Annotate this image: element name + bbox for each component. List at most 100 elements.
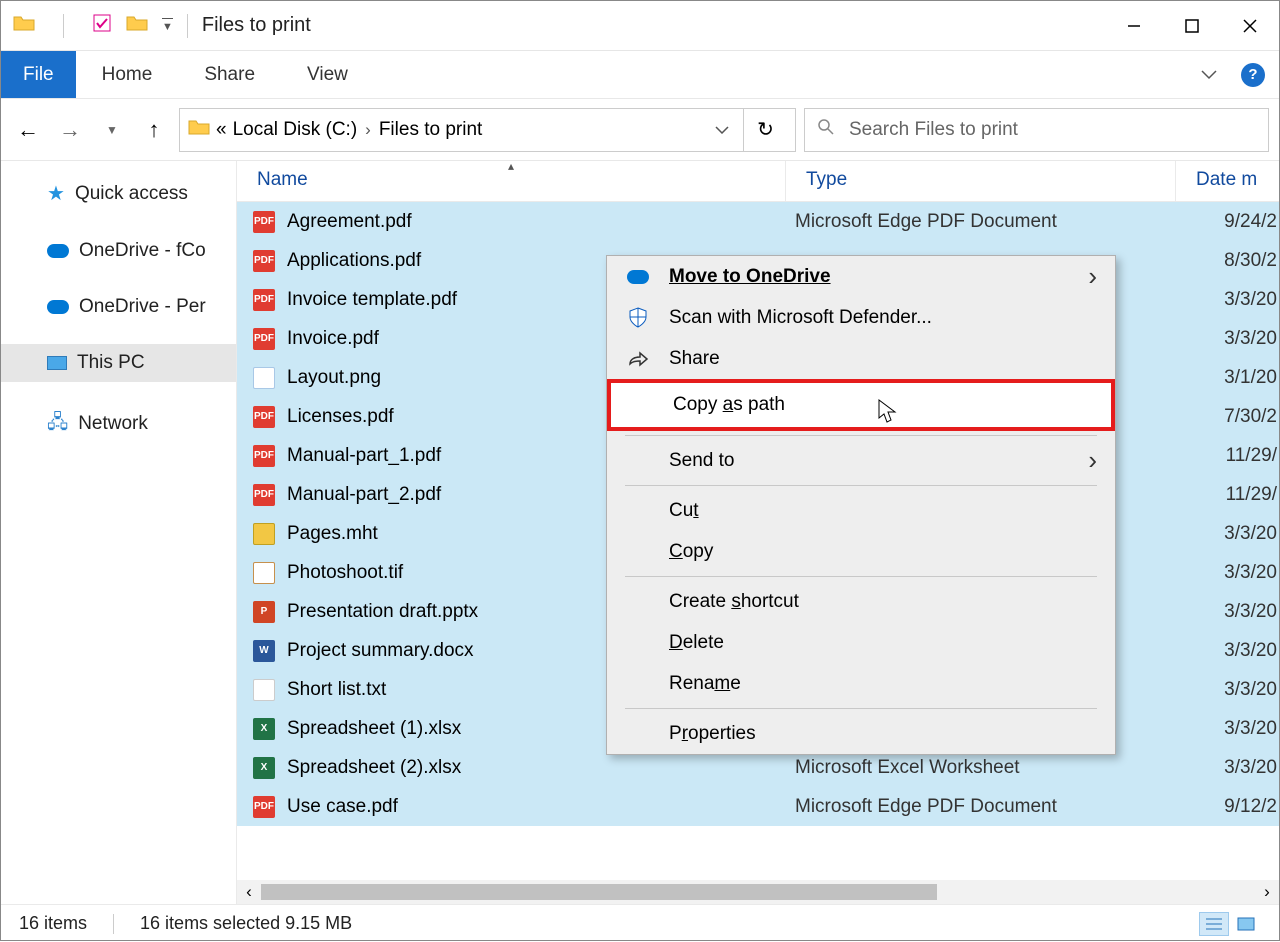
- file-date: 3/3/20: [1175, 289, 1279, 311]
- file-row[interactable]: PDFUse case.pdfMicrosoft Edge PDF Docume…: [237, 787, 1279, 826]
- mht-file-icon: [253, 523, 275, 545]
- back-button[interactable]: ←: [11, 113, 45, 147]
- sidebar-item-quick-access[interactable]: ★Quick access: [1, 173, 236, 214]
- maximize-button[interactable]: [1163, 6, 1221, 46]
- file-type: Microsoft Edge PDF Document: [785, 796, 1175, 818]
- file-date: 11/29/: [1175, 445, 1279, 467]
- sort-asc-icon: ▴: [508, 161, 514, 173]
- file-date: 3/3/20: [1175, 562, 1279, 584]
- title-bar: ▼ Files to print: [1, 1, 1279, 51]
- sidebar-item-this-pc[interactable]: This PC: [1, 344, 236, 382]
- column-name[interactable]: Name▴: [237, 161, 785, 201]
- title-divider: [187, 14, 188, 38]
- new-folder-qat-icon[interactable]: [126, 14, 148, 37]
- sidebar-item-label: This PC: [77, 352, 145, 374]
- qat-dropdown-icon[interactable]: ▼: [162, 18, 173, 33]
- tab-share[interactable]: Share: [178, 51, 281, 98]
- ctx-share[interactable]: Share: [607, 338, 1115, 379]
- file-date: 3/3/20: [1175, 601, 1279, 623]
- file-date: 9/12/2: [1175, 796, 1279, 818]
- expand-ribbon-icon[interactable]: [1191, 57, 1227, 93]
- search-placeholder: Search Files to print: [849, 119, 1018, 141]
- ctx-label: Copy as path: [673, 394, 785, 416]
- address-dropdown-icon[interactable]: [707, 126, 737, 134]
- sidebar-item-label: OneDrive - Per: [79, 296, 206, 318]
- folder-icon: [13, 14, 35, 37]
- ctx-separator: [625, 576, 1097, 577]
- ctx-delete[interactable]: Delete: [607, 622, 1115, 663]
- ctx-separator: [625, 435, 1097, 436]
- sidebar-item-label: Network: [78, 413, 148, 435]
- details-view-icon[interactable]: [1199, 912, 1229, 936]
- file-type: Microsoft Edge PDF Document: [785, 211, 1175, 233]
- ctx-label: Rename: [669, 673, 741, 695]
- up-button[interactable]: ↑: [137, 113, 171, 147]
- ribbon-tabs: File Home Share View ?: [1, 51, 1279, 99]
- scroll-left-icon[interactable]: ‹: [237, 880, 261, 904]
- properties-qat-icon[interactable]: [92, 13, 112, 38]
- pdf-file-icon: PDF: [253, 328, 275, 350]
- ctx-copy-as-path[interactable]: Copy as path: [607, 379, 1115, 431]
- pdf-file-icon: PDF: [253, 484, 275, 506]
- close-button[interactable]: [1221, 6, 1279, 46]
- onedrive-icon: [47, 244, 69, 258]
- onedrive-icon: [47, 300, 69, 314]
- context-menu: Move to OneDrive › Scan with Microsoft D…: [606, 255, 1116, 755]
- thumbnails-view-icon[interactable]: [1231, 912, 1261, 936]
- breadcrumb-separator-icon[interactable]: ›: [365, 120, 371, 140]
- ctx-cut[interactable]: Cut: [607, 490, 1115, 531]
- refresh-button[interactable]: ↻: [743, 108, 787, 152]
- breadcrumb-segment[interactable]: Local Disk (C:): [233, 119, 358, 141]
- file-name: Manual-part_2.pdf: [287, 484, 441, 506]
- sidebar-item-onedrive[interactable]: OneDrive - Per: [1, 288, 236, 326]
- sidebar-item-label: Quick access: [75, 183, 188, 205]
- window-title: Files to print: [202, 14, 311, 37]
- ctx-create-shortcut[interactable]: Create shortcut: [607, 581, 1115, 622]
- sidebar: ★Quick access OneDrive - fCo OneDrive - …: [1, 161, 237, 904]
- ctx-scan-defender[interactable]: Scan with Microsoft Defender...: [607, 297, 1115, 338]
- ctx-rename[interactable]: Rename: [607, 663, 1115, 704]
- column-headers: Name▴ Type Date m: [237, 161, 1279, 202]
- pdf-file-icon: PDF: [253, 406, 275, 428]
- horizontal-scrollbar[interactable]: ‹ ›: [237, 880, 1279, 904]
- pdf-file-icon: PDF: [253, 796, 275, 818]
- help-button[interactable]: ?: [1235, 57, 1271, 93]
- file-date: 3/1/20: [1175, 367, 1279, 389]
- file-name: Project summary.docx: [287, 640, 474, 662]
- column-type[interactable]: Type: [785, 161, 1175, 201]
- ctx-label: Cut: [669, 500, 699, 522]
- file-name: Agreement.pdf: [287, 211, 412, 233]
- ctx-send-to[interactable]: Send to ›: [607, 440, 1115, 481]
- sidebar-item-network[interactable]: 🖧 Network: [1, 400, 236, 448]
- recent-locations-icon[interactable]: ▼: [95, 113, 129, 147]
- ctx-copy[interactable]: Copy: [607, 531, 1115, 572]
- status-selection: 16 items selected 9.15 MB: [140, 913, 352, 934]
- tab-view[interactable]: View: [281, 51, 374, 98]
- file-date: 3/3/20: [1175, 523, 1279, 545]
- file-date: 9/24/2: [1175, 211, 1279, 233]
- sidebar-item-onedrive[interactable]: OneDrive - fCo: [1, 232, 236, 270]
- tab-home[interactable]: Home: [76, 51, 179, 98]
- network-icon: 🖧: [47, 408, 68, 440]
- minimize-button[interactable]: [1105, 6, 1163, 46]
- breadcrumb-segment[interactable]: Files to print: [379, 119, 482, 141]
- file-date: 3/3/20: [1175, 328, 1279, 350]
- file-row[interactable]: PDFAgreement.pdfMicrosoft Edge PDF Docum…: [237, 202, 1279, 241]
- scroll-right-icon[interactable]: ›: [1255, 880, 1279, 904]
- pptx-file-icon: P: [253, 601, 275, 623]
- txt-file-icon: [253, 679, 275, 701]
- file-tab[interactable]: File: [1, 51, 76, 98]
- scroll-thumb[interactable]: [261, 884, 937, 900]
- file-name: Invoice.pdf: [287, 328, 379, 350]
- forward-button: →: [53, 113, 87, 147]
- search-input[interactable]: Search Files to print: [804, 108, 1269, 152]
- file-type: Microsoft Excel Worksheet: [785, 757, 1175, 779]
- address-bar[interactable]: « Local Disk (C:) › Files to print ↻: [179, 108, 796, 152]
- file-name: Manual-part_1.pdf: [287, 445, 441, 467]
- scroll-track[interactable]: [261, 884, 1255, 900]
- ctx-move-to-onedrive[interactable]: Move to OneDrive ›: [607, 256, 1115, 297]
- xlsx-file-icon: X: [253, 718, 275, 740]
- file-name: Spreadsheet (1).xlsx: [287, 718, 461, 740]
- ctx-properties[interactable]: Properties: [607, 713, 1115, 754]
- column-date[interactable]: Date m: [1175, 161, 1279, 201]
